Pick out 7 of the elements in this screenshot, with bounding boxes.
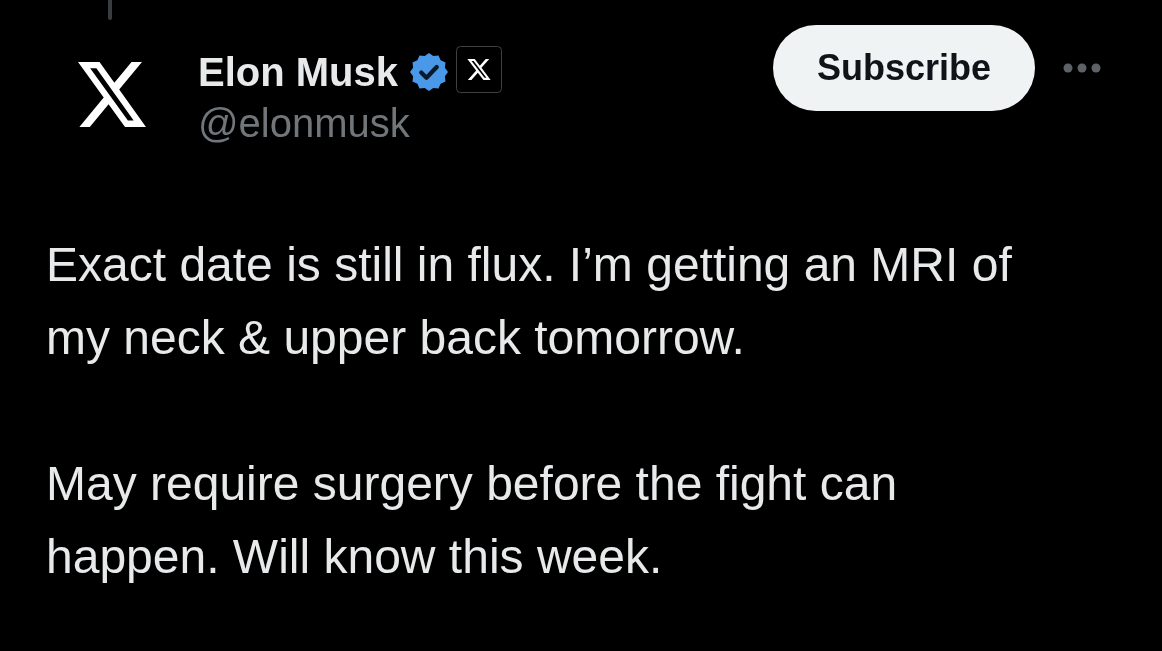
- author-name: Elon Musk: [198, 49, 399, 96]
- author-handle: @elonmusk: [198, 100, 410, 147]
- more-icon[interactable]: [1063, 63, 1101, 73]
- post-text: Exact date is still in flux. I’m getting an MRI of my neck & upper back tomorrow.: [46, 237, 1013, 366]
- post-text: May require surgery before the fight can happen. Will know this week.: [46, 456, 899, 585]
- subscribe-button[interactable]: Subscribe: [773, 25, 1035, 111]
- avatar-logo-icon: [78, 62, 146, 127]
